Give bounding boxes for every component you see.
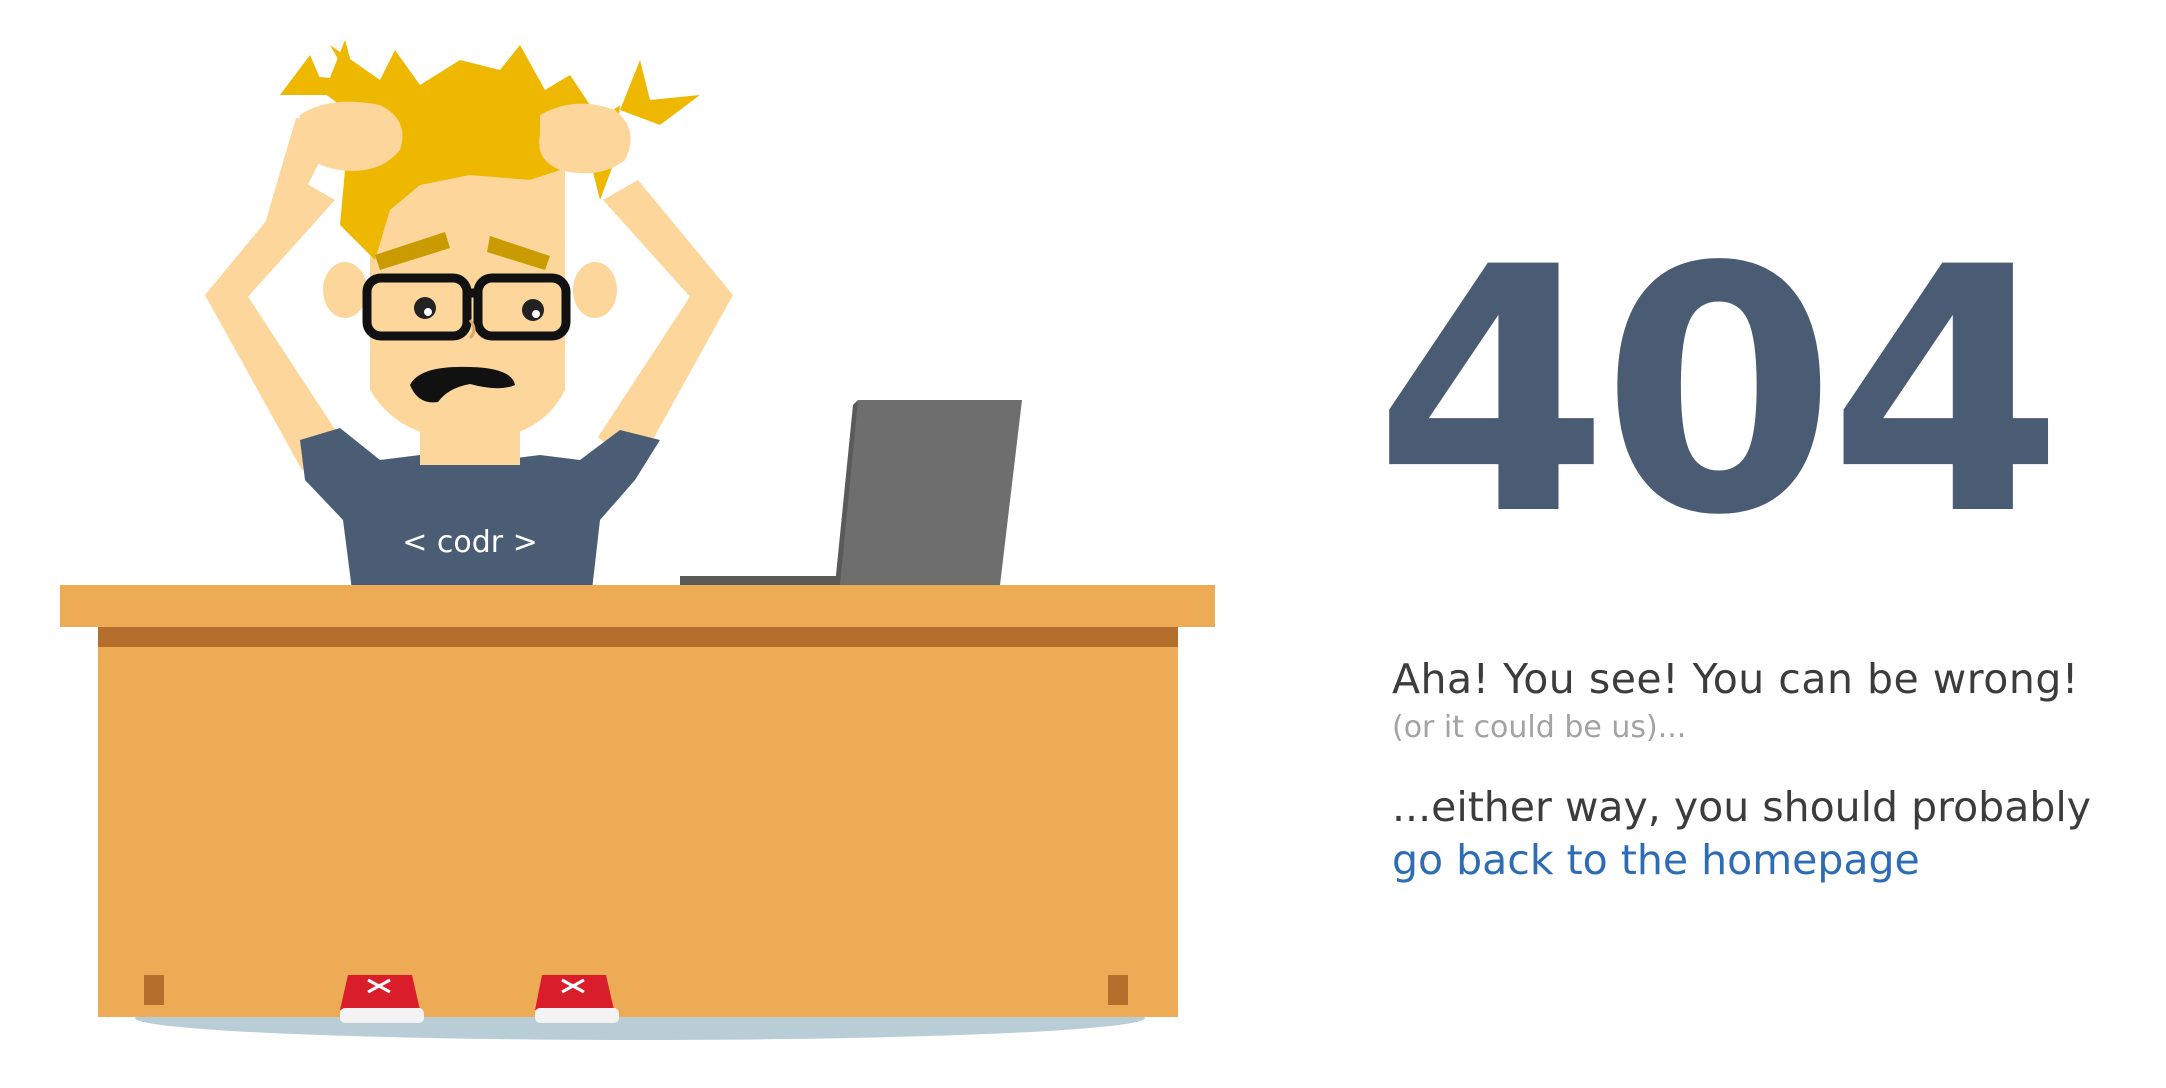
right-arm bbox=[598, 180, 733, 470]
error-headline: Aha! You see! You can be wrong! bbox=[1392, 655, 2079, 703]
error-advice: ...either way, you should probably bbox=[1392, 783, 2092, 831]
error-subline: (or it could be us)... bbox=[1392, 710, 1687, 745]
homepage-link[interactable]: go back to the homepage bbox=[1392, 836, 1920, 884]
left-hand bbox=[300, 101, 403, 171]
left-eye-highlight bbox=[424, 308, 432, 316]
desk-leg-right bbox=[1108, 975, 1128, 1005]
shirt-logo: < codr > bbox=[402, 525, 538, 560]
right-ear bbox=[573, 262, 617, 318]
developer-at-desk-illustration: < codr > bbox=[60, 40, 1215, 1040]
left-sneaker bbox=[340, 975, 424, 1023]
error-code: 404 bbox=[1374, 195, 2064, 589]
hair-tuft-left bbox=[280, 40, 360, 95]
desk-body bbox=[98, 627, 1178, 1017]
right-hand bbox=[539, 103, 631, 174]
laptop bbox=[680, 400, 1022, 585]
desk-leg-left bbox=[144, 975, 164, 1005]
right-eye-highlight bbox=[532, 310, 540, 318]
desk-lip-shadow bbox=[98, 627, 1178, 647]
right-sneaker bbox=[535, 975, 619, 1023]
left-ear bbox=[323, 262, 367, 318]
hair-tuft-right bbox=[620, 60, 700, 125]
left-eye bbox=[414, 297, 436, 319]
right-eye bbox=[522, 299, 544, 321]
left-arm bbox=[205, 118, 340, 470]
desk-top bbox=[60, 585, 1215, 627]
